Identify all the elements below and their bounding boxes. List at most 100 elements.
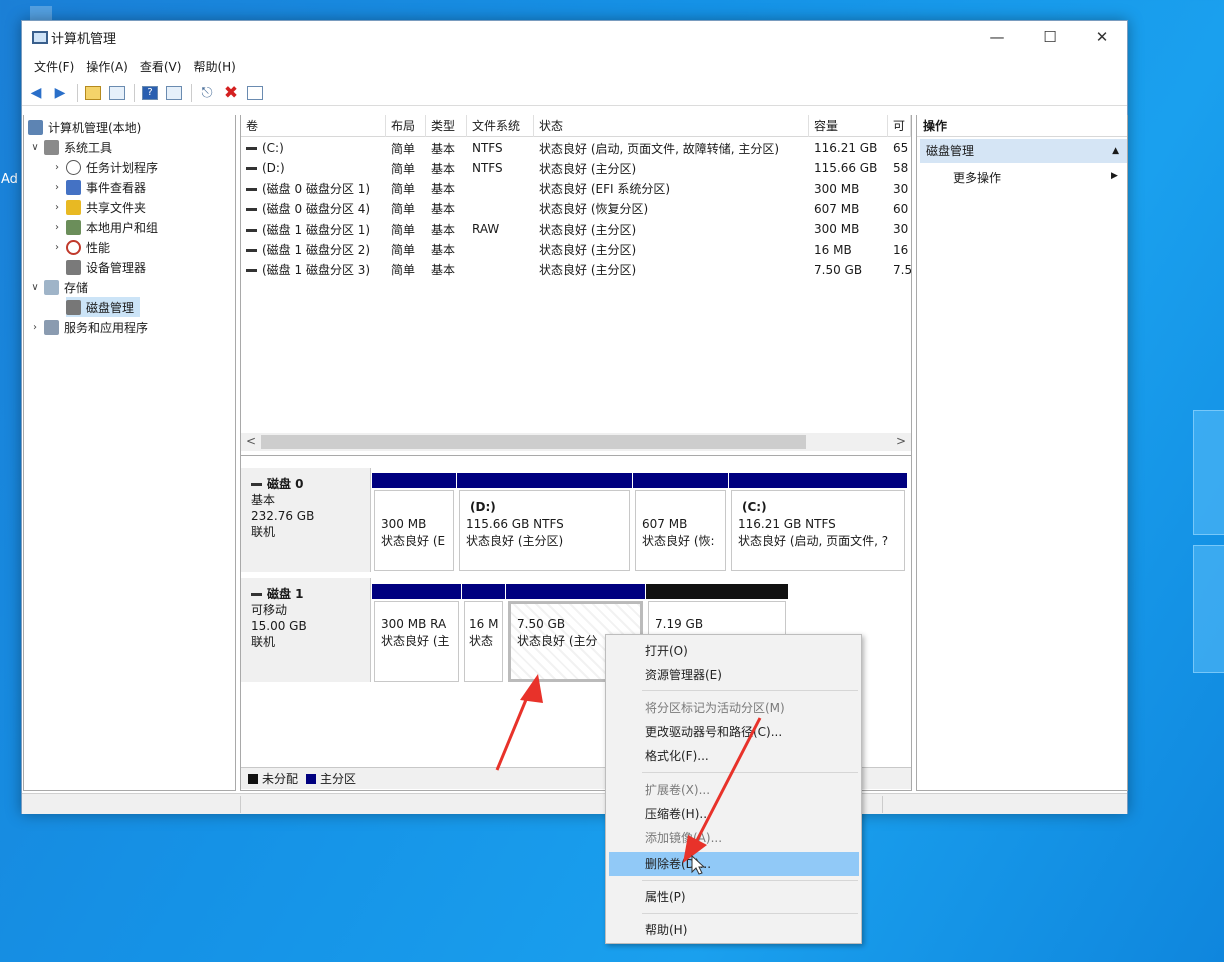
scroll-right-icon[interactable]: > xyxy=(896,434,906,448)
chevron-right-icon[interactable]: › xyxy=(50,182,64,193)
volume-icon xyxy=(246,249,257,252)
forward-icon[interactable]: ▶ xyxy=(49,82,71,104)
back-icon[interactable]: ◀ xyxy=(25,82,47,104)
volume-row[interactable]: (磁盘 0 磁盘分区 4) 简单 基本 状态良好 (恢复分区) 607 MB 60 xyxy=(241,199,911,219)
volume-name: (D:) xyxy=(262,161,285,176)
scrollbar-thumb[interactable] xyxy=(261,435,806,449)
disk-type: 基本 xyxy=(251,493,276,507)
tree-item-performance[interactable]: › 性能 xyxy=(50,237,110,257)
column-status[interactable]: 状态 xyxy=(534,115,809,137)
menu-item-add-mirror[interactable]: 添加镜像(A)... xyxy=(609,826,859,850)
disk1-partition-2[interactable]: 16 M 状态 xyxy=(462,584,505,684)
chevron-down-icon[interactable]: ∨ xyxy=(28,282,42,293)
partition-status: 状态 xyxy=(469,634,494,648)
horizontal-scrollbar[interactable]: < > xyxy=(241,433,911,451)
volume-cell-status: 状态良好 (主分区) xyxy=(539,222,637,237)
menu-bar: 文件(F) 操作(A) 查看(V) 帮助(H) xyxy=(22,55,242,77)
tree-item-device-manager[interactable]: 设备管理器 xyxy=(66,257,146,277)
chevron-right-icon[interactable]: › xyxy=(28,322,42,333)
help-icon[interactable]: ? xyxy=(139,82,161,104)
menu-view[interactable]: 查看(V) xyxy=(134,58,188,75)
actions-section-disk-management[interactable]: 磁盘管理 ▲ xyxy=(920,139,1127,163)
collapse-up-icon[interactable]: ▲ xyxy=(1112,139,1119,163)
disk0-partition-recovery[interactable]: 607 MB 状态良好 (恢: xyxy=(633,473,728,573)
volume-cell-status: 状态良好 (启动, 页面文件, 故障转储, 主分区) xyxy=(539,141,780,156)
volume-row[interactable]: (C:) 简单 基本 NTFS 状态良好 (启动, 页面文件, 故障转储, 主分区) 11… xyxy=(241,138,911,158)
column-volume[interactable]: 卷 xyxy=(241,115,386,137)
chevron-right-icon[interactable]: › xyxy=(50,222,64,233)
close-button[interactable]: ✕ xyxy=(1077,21,1127,53)
volume-cell-vol: (C:) xyxy=(241,141,386,155)
chevron-right-icon[interactable]: › xyxy=(50,202,64,213)
volume-cell-vol: (D:) xyxy=(241,161,386,175)
volume-cell-vol: (磁盘 1 磁盘分区 3) xyxy=(241,261,386,278)
disk1-label[interactable]: 磁盘 1 可移动 15.00 GB 联机 xyxy=(241,578,371,682)
properties-icon[interactable] xyxy=(244,82,266,104)
disk0-partition-d[interactable]: (D:) 115.66 GB NTFS 状态良好 (主分区) xyxy=(457,473,632,573)
menu-item-extend[interactable]: 扩展卷(X)... xyxy=(609,778,859,802)
minimize-button[interactable]: — xyxy=(972,21,1022,53)
scroll-left-icon[interactable]: < xyxy=(246,434,256,448)
column-layout[interactable]: 布局 xyxy=(386,115,426,137)
disk0-partition-c[interactable]: (C:) 116.21 GB NTFS 状态良好 (启动, 页面文件, ? xyxy=(729,473,907,573)
tree-item-storage[interactable]: ∨ 存储 xyxy=(28,277,88,297)
menu-action[interactable]: 操作(A) xyxy=(80,58,134,75)
chevron-down-icon[interactable]: ∨ xyxy=(28,142,42,153)
chevron-right-icon[interactable]: › xyxy=(50,242,64,253)
volume-icon xyxy=(246,208,257,212)
volume-cell-cap: 16 MB xyxy=(814,242,852,257)
column-filesystem[interactable]: 文件系统 xyxy=(467,115,534,137)
tree-item-services[interactable]: › 服务和应用程序 xyxy=(28,317,148,337)
legend-unallocated: 未分配 xyxy=(262,772,299,786)
menu-item-delete-volume[interactable]: 删除卷(D)... xyxy=(609,852,859,876)
disk0-partition-efi[interactable]: 300 MB 状态良好 (E xyxy=(372,473,456,573)
chevron-right-icon[interactable]: › xyxy=(50,162,64,173)
volume-cell-fs: NTFS xyxy=(472,141,503,155)
menu-file[interactable]: 文件(F) xyxy=(28,58,80,75)
menu-item-open[interactable]: 打开(O) xyxy=(609,639,859,663)
menu-item-format[interactable]: 格式化(F)... xyxy=(609,744,859,768)
volume-row[interactable]: (D:) 简单 基本 NTFS 状态良好 (主分区) 115.66 GB 58 xyxy=(241,158,911,178)
volume-list-header: 卷 布局 类型 文件系统 状态 容量 可 xyxy=(241,115,911,137)
volume-cell-fs: RAW xyxy=(472,222,500,237)
menu-help[interactable]: 帮助(H) xyxy=(187,58,241,75)
volume-row[interactable]: (磁盘 0 磁盘分区 1) 简单 基本 状态良好 (EFI 系统分区) 300 MB 30 xyxy=(241,179,911,199)
volume-cell-status: 状态良好 (主分区) xyxy=(539,243,637,257)
volume-cell-free: 60 xyxy=(893,201,909,216)
connect-icon[interactable]: ⎋ xyxy=(196,82,218,104)
tree-item-system-tools[interactable]: ∨ 系统工具 xyxy=(28,137,112,157)
tree-item-local-users[interactable]: › 本地用户和组 xyxy=(50,217,158,237)
column-free[interactable]: 可 xyxy=(888,115,911,137)
device-manager-icon xyxy=(66,259,81,275)
up-folder-icon[interactable] xyxy=(82,82,104,104)
more-actions[interactable]: 更多操作 xyxy=(953,169,1001,186)
column-capacity[interactable]: 容量 xyxy=(809,115,888,137)
menu-item-change-letter[interactable]: 更改驱动器号和路径(C)... xyxy=(609,720,859,744)
disk1-partition-1[interactable]: 300 MB RA 状态良好 (主 xyxy=(372,584,461,684)
desktop-tile xyxy=(1193,410,1224,535)
partition-size: 116.21 GB NTFS xyxy=(738,517,836,531)
volume-row[interactable]: (磁盘 1 磁盘分区 2) 简单 基本 状态良好 (主分区) 16 MB 16 xyxy=(241,240,911,260)
menu-separator xyxy=(642,772,858,773)
menu-item-properties[interactable]: 属性(P) xyxy=(609,885,859,909)
column-type[interactable]: 类型 xyxy=(426,115,467,137)
disk0-label[interactable]: 磁盘 0 基本 232.76 GB 联机 xyxy=(241,468,371,572)
menu-item-explorer[interactable]: 资源管理器(E) xyxy=(609,663,859,687)
delete-icon[interactable]: ✖ xyxy=(220,82,242,104)
tree-item-disk-management[interactable]: 磁盘管理 xyxy=(66,297,141,317)
tree-item-shared-folders[interactable]: › 共享文件夹 xyxy=(50,197,146,217)
window-title: 计算机管理 xyxy=(51,31,117,47)
tree-item-event-viewer[interactable]: › 事件查看器 xyxy=(50,177,146,197)
volume-row[interactable]: (磁盘 1 磁盘分区 3) 简单 基本 状态良好 (主分区) 7.50 GB 7.5 xyxy=(241,260,911,280)
action-pane-icon[interactable] xyxy=(163,82,185,104)
menu-item-help[interactable]: 帮助(H) xyxy=(609,918,859,942)
menu-item-mark-active[interactable]: 将分区标记为活动分区(M) xyxy=(609,696,859,720)
tree-item-task-scheduler[interactable]: › 任务计划程序 xyxy=(50,157,158,177)
maximize-button[interactable]: ☐ xyxy=(1025,21,1075,53)
menu-item-shrink[interactable]: 压缩卷(H)... xyxy=(609,802,859,826)
submenu-arrow-icon[interactable]: ▶ xyxy=(1111,171,1118,181)
show-hide-tree-icon[interactable] xyxy=(106,82,128,104)
volume-row[interactable]: (磁盘 1 磁盘分区 1) 简单 基本 RAW 状态良好 (主分区) 300 MB 30 xyxy=(241,219,911,239)
tree-item-root[interactable]: 计算机管理(本地) xyxy=(28,117,141,137)
volume-cell-status: 状态良好 (主分区) xyxy=(539,161,637,176)
